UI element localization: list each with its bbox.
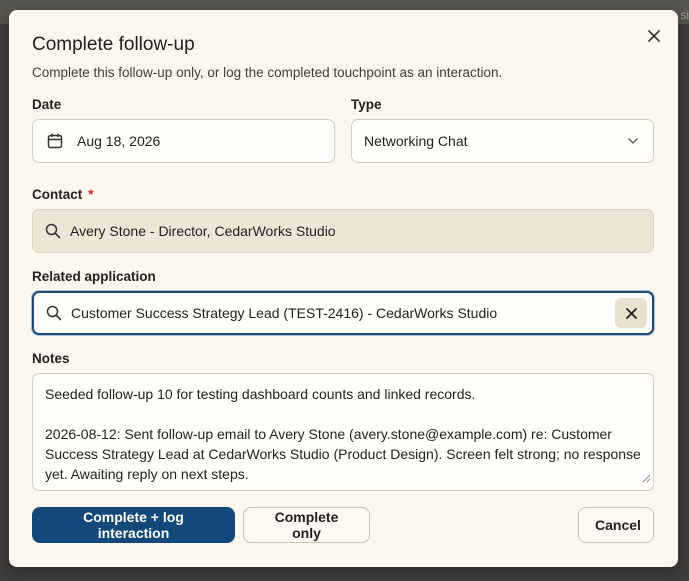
complete-log-interaction-button[interactable]: Complete + log interaction [32,507,235,543]
date-value: Aug 18, 2026 [77,133,161,149]
calendar-icon [47,133,63,149]
dialog-title: Complete follow-up [32,34,195,55]
notes-paragraph-2: 2026-08-12: Sent follow-up email to Aver… [45,426,641,482]
contact-label-text: Contact [32,187,83,202]
contact-label: Contact * [32,187,94,202]
contact-search-field[interactable]: Avery Stone - Director, CedarWorks Studi… [32,209,654,253]
related-application-search-field[interactable]: Customer Success Strategy Lead (TEST-241… [32,291,654,335]
resize-handle-icon[interactable] [642,468,651,488]
search-icon [46,305,62,321]
related-application-label: Related application [32,269,156,284]
cancel-button[interactable]: Cancel [578,507,654,543]
notes-textarea[interactable]: Seeded follow-up 10 for testing dashboar… [32,373,654,491]
required-marker: * [88,187,94,202]
chevron-down-icon [627,137,639,145]
complete-follow-up-dialog: Complete follow-up Complete this follow-… [9,10,678,567]
type-select[interactable]: Networking Chat [351,119,654,163]
dialog-subtitle: Complete this follow-up only, or log the… [32,65,503,80]
search-icon [45,223,61,239]
type-value: Networking Chat [364,133,468,149]
close-button[interactable] [642,24,666,48]
close-icon [648,30,660,42]
contact-value: Avery Stone - Director, CedarWorks Studi… [70,223,336,239]
type-label: Type [351,97,382,112]
complete-only-button[interactable]: Complete only [243,507,370,543]
notes-label: Notes [32,351,70,366]
date-input[interactable]: Aug 18, 2026 [32,119,335,163]
clear-related-application-button[interactable] [615,298,647,328]
close-icon [625,307,637,319]
related-application-value: Customer Success Strategy Lead (TEST-241… [71,305,498,321]
backdrop-partial-text: si [680,8,689,22]
notes-paragraph-1: Seeded follow-up 10 for testing dashboar… [45,386,476,402]
date-label: Date [32,97,62,112]
